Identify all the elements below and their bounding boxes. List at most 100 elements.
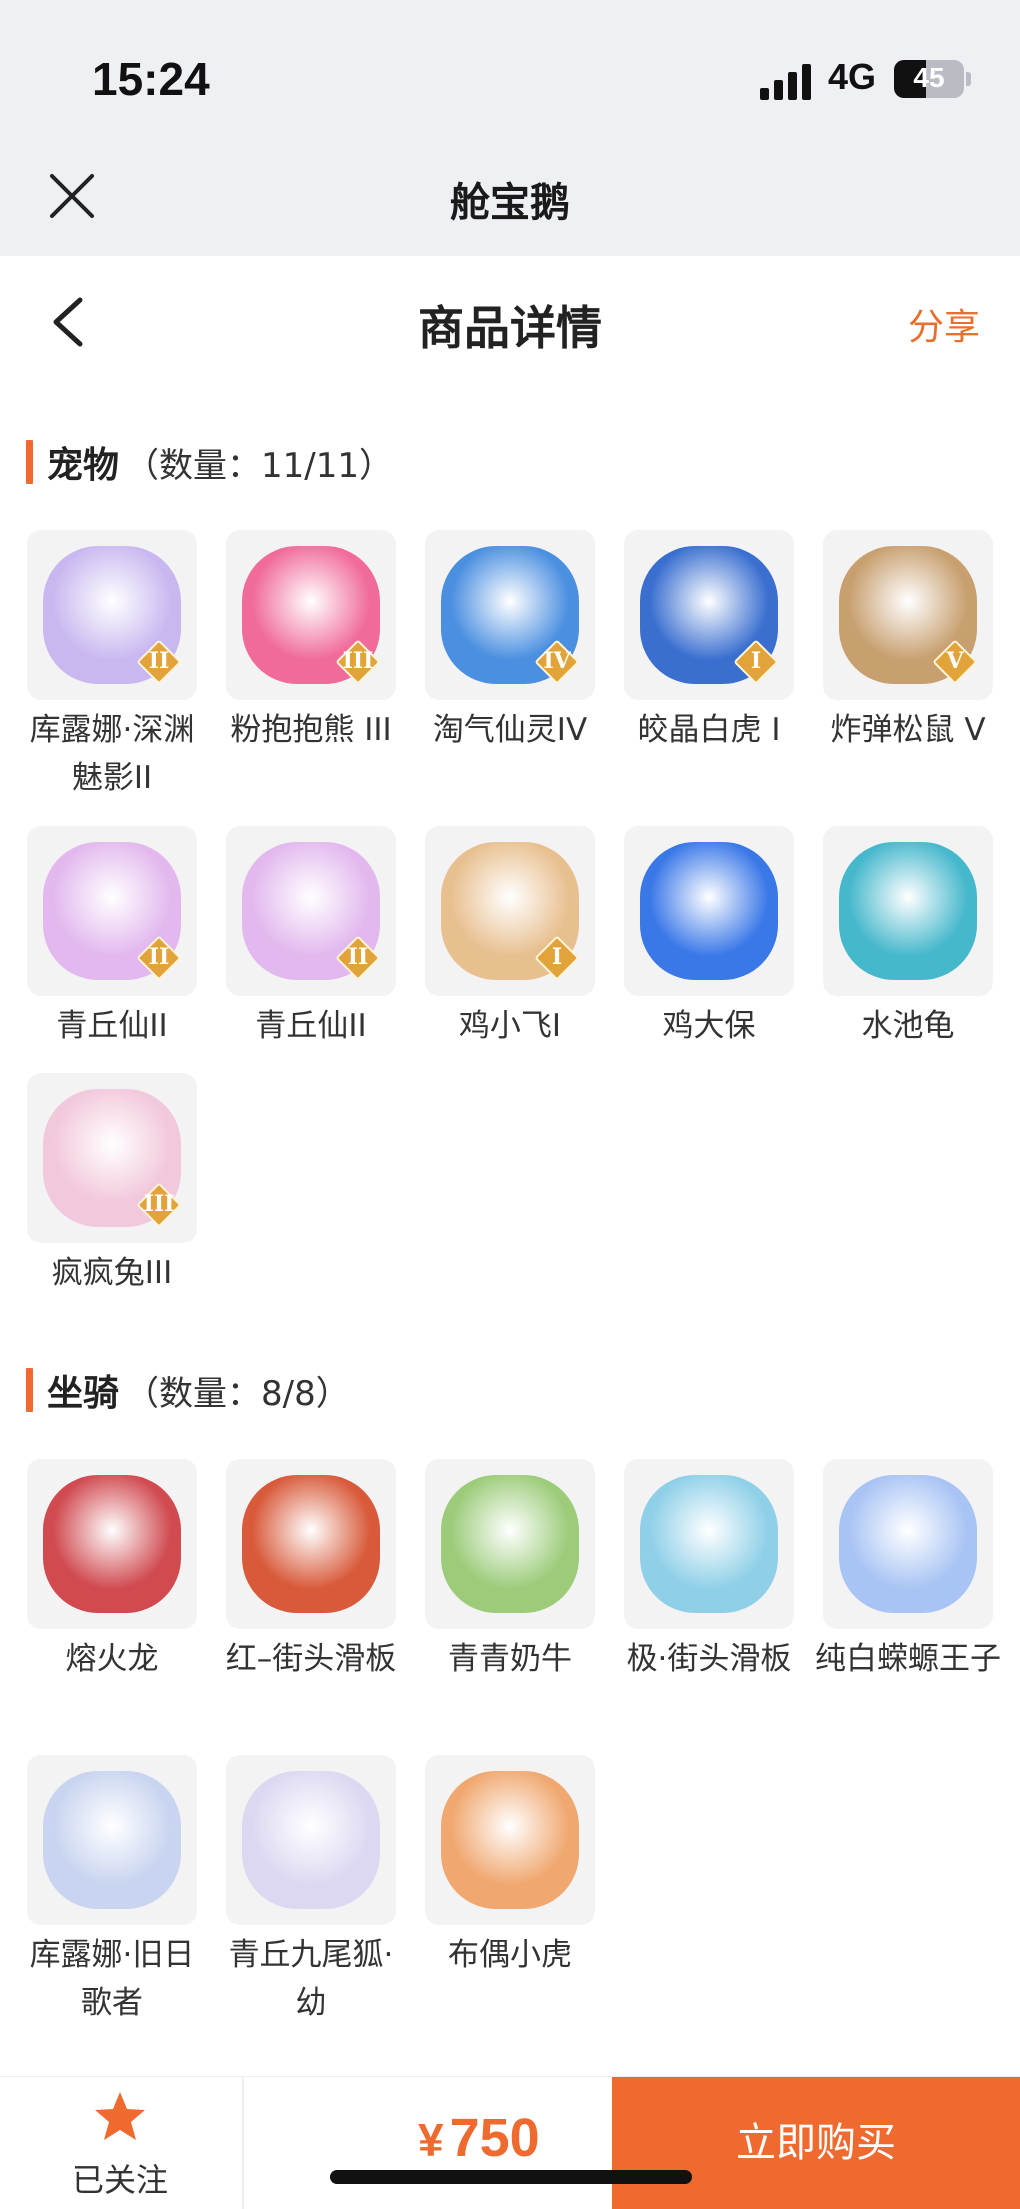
battery-cap [966,72,971,86]
tier-badge-text: II [148,944,170,970]
item-card[interactable]: 布偶小虎 [425,1755,595,1979]
share-link[interactable]: 分享 [908,298,980,350]
tier-badge-icon: V [932,639,978,685]
item-name: 疯疯兔III [51,1255,173,1291]
tier-badge-icon: II [136,935,182,981]
tier-badge-icon: II [136,639,182,685]
item-image [242,1771,380,1909]
item-image [441,1771,579,1909]
item-thumbnail: II [27,530,197,700]
item-card[interactable]: 极·街头滑板 [624,1459,794,1683]
tier-badge-icon: III [136,1182,182,1228]
item-name: 熔火龙 [65,1641,159,1677]
item-name: 青青奶牛 [448,1641,572,1677]
item-name: 粉抱抱熊 III [230,712,392,748]
mounts-section-header: 坐骑 （数量：8/8） [26,1365,350,1415]
tier-badge-text: V [946,648,964,674]
section-title: 宠物 [47,445,120,486]
item-image [43,1771,181,1909]
item-card[interactable]: 红–街头滑板 [226,1459,396,1683]
item-name: 库露娜·旧日歌者 [29,1937,195,2021]
item-card[interactable]: 青青奶牛 [425,1459,595,1683]
item-name: 库露娜·深渊魅影II [29,712,195,796]
item-image [43,1475,181,1613]
item-image [441,1475,579,1613]
item-name: 布偶小虎 [448,1937,572,1973]
tier-badge-icon: I [534,935,580,981]
item-thumbnail [27,1755,197,1925]
item-card[interactable]: 库露娜·旧日歌者 [27,1755,197,2027]
tier-badge-text: II [148,648,170,674]
item-card[interactable]: II 库露娜·深渊魅影II [27,530,197,802]
pets-section-header: 宠物 （数量：11/11） [26,437,393,487]
cellular-signal-icon [760,62,814,100]
item-thumbnail [226,1459,396,1629]
item-thumbnail: I [425,826,595,996]
follow-label: 已关注 [71,2161,168,2199]
item-image [640,1475,778,1613]
network-type: 4G [828,56,877,97]
item-thumbnail: I [624,530,794,700]
item-thumbnail: II [27,826,197,996]
item-card[interactable]: IV 淘气仙灵IV [425,530,595,754]
item-name: 纯白蝾螈王子 [815,1641,1001,1677]
status-bar: 15:24 4G 45 [0,0,1020,150]
item-card[interactable]: II 青丘仙II [27,826,197,1050]
price: ¥750 [418,2107,540,2169]
item-card[interactable]: 熔火龙 [27,1459,197,1683]
item-thumbnail [624,1459,794,1629]
tier-badge-icon: IV [534,639,580,685]
item-thumbnail: III [27,1073,197,1243]
item-thumbnail: II [226,826,396,996]
item-card[interactable]: V 炸弹松鼠 V [823,530,993,754]
item-name: 青丘九尾狐·幼 [228,1937,394,2021]
item-thumbnail [27,1459,197,1629]
item-thumbnail: IV [425,530,595,700]
item-thumbnail: III [226,530,396,700]
divider [242,2077,244,2209]
app-title: 舱宝鹅 [450,180,570,226]
item-thumbnail [823,826,993,996]
battery-level: 45 [913,62,945,93]
item-name: 淘气仙灵IV [432,712,588,748]
bottom-bar: 已关注 ¥750 立即购买 [0,2076,1020,2209]
item-name: 青丘仙II [255,1008,367,1044]
section-count: （数量：11/11） [125,445,393,486]
item-thumbnail [823,1459,993,1629]
item-name: 极·街头滑板 [626,1641,792,1677]
nav-bar: 商品详情 分享 [0,256,1020,386]
item-thumbnail [425,1755,595,1925]
section-title: 坐骑 [47,1373,120,1414]
app-bar: 舱宝鹅 [0,150,1020,256]
follow-button[interactable]: 已关注 [40,2077,200,2209]
tier-badge-text: I [551,944,563,970]
star-icon [95,2092,145,2140]
tier-badge-text: III [143,1191,175,1217]
item-name: 红–街头滑板 [225,1641,397,1677]
item-card[interactable]: 青丘九尾狐·幼 [226,1755,396,2027]
item-card[interactable]: III 粉抱抱熊 III [226,530,396,754]
tier-badge-text: I [750,648,762,674]
page-title: 商品详情 [418,301,602,355]
section-count: （数量：8/8） [125,1373,350,1414]
item-thumbnail [425,1459,595,1629]
section-accent-bar [26,440,33,484]
item-name: 皎晶白虎 I [637,712,781,748]
currency-symbol: ¥ [418,2114,444,2166]
battery-icon: 45 [894,60,964,98]
item-card[interactable]: I 皎晶白虎 I [624,530,794,754]
item-card[interactable]: 水池龟 [823,826,993,1050]
item-thumbnail [624,826,794,996]
section-accent-bar [26,1368,33,1412]
item-card[interactable]: 鸡大保 [624,826,794,1050]
tier-badge-text: II [347,944,369,970]
item-card[interactable]: 纯白蝾螈王子 [815,1459,1001,1683]
tier-badge-icon: II [335,935,381,981]
item-name: 炸弹松鼠 V [830,712,986,748]
item-card[interactable]: III 疯疯兔III [27,1073,197,1297]
item-image [242,1475,380,1613]
item-card[interactable]: I 鸡小飞I [425,826,595,1050]
item-image [839,1475,977,1613]
buy-now-button[interactable]: 立即购买 [612,2077,1020,2209]
item-card[interactable]: II 青丘仙II [226,826,396,1050]
